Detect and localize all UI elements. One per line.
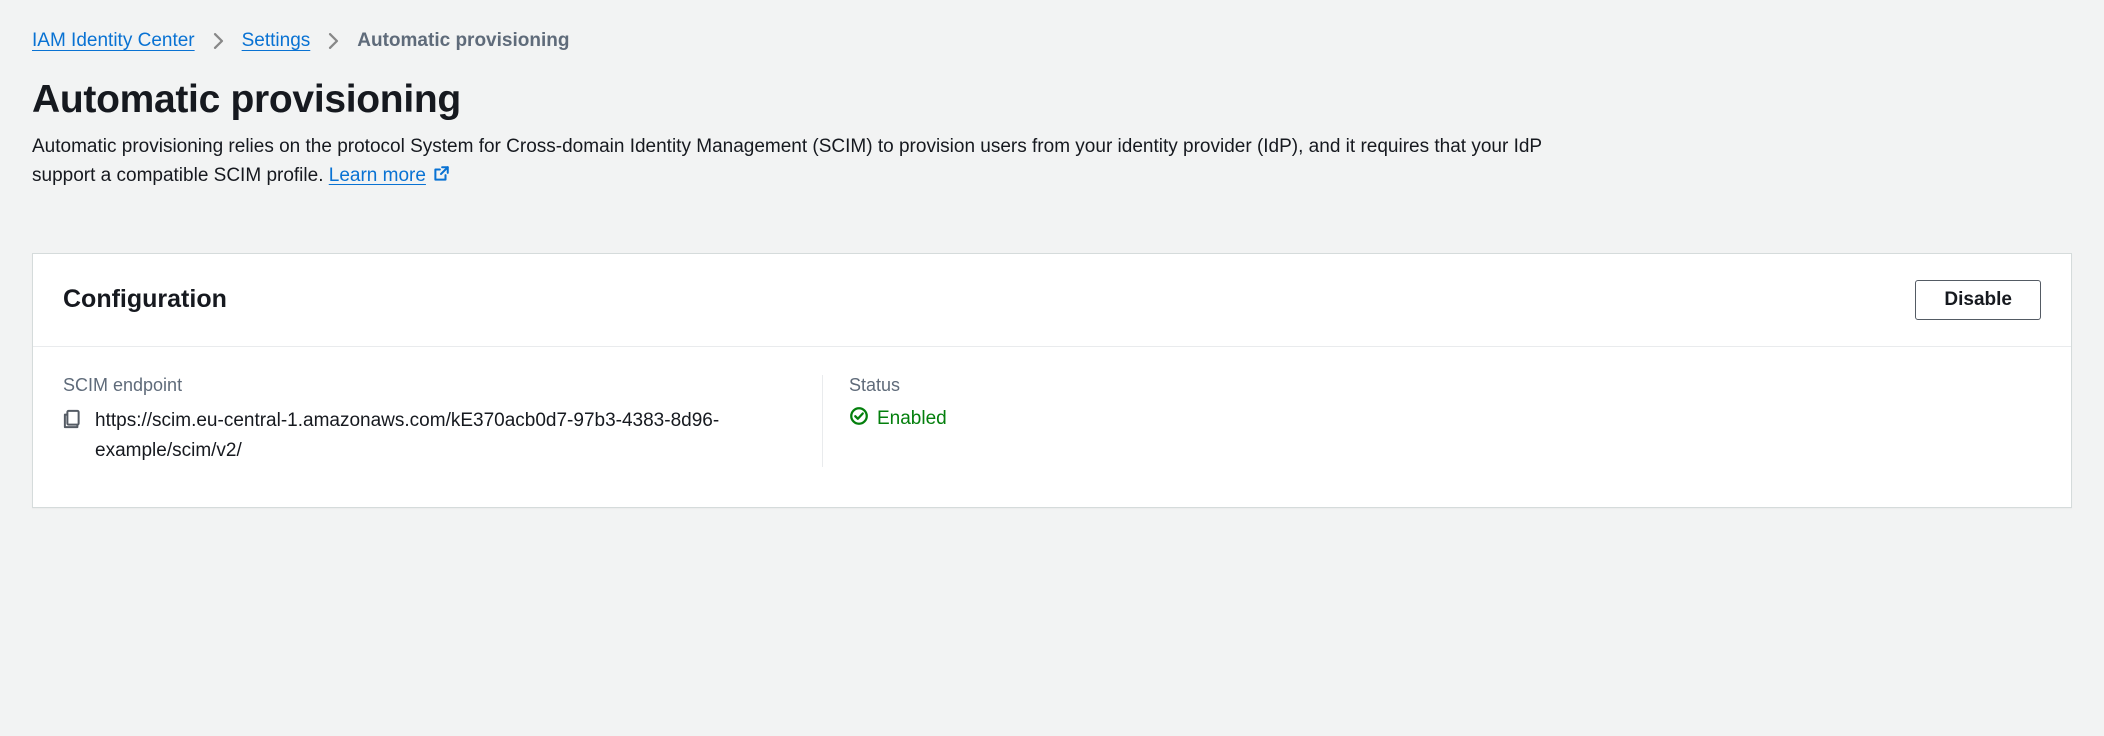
learn-more-link[interactable]: Learn more [329, 165, 450, 186]
scim-endpoint-field: SCIM endpoint https://scim.eu-central-1.… [63, 375, 823, 467]
scim-endpoint-label: SCIM endpoint [63, 375, 796, 396]
breadcrumb-current: Automatic provisioning [357, 30, 569, 52]
page-description: Automatic provisioning relies on the pro… [32, 132, 1552, 193]
status-value-row: Enabled [849, 406, 947, 432]
breadcrumb-link-iam-identity-center[interactable]: IAM Identity Center [32, 30, 195, 52]
disable-button[interactable]: Disable [1915, 280, 2041, 320]
panel-title: Configuration [63, 285, 227, 314]
configuration-panel: Configuration Disable SCIM endpoint http… [32, 253, 2072, 508]
panel-header: Configuration Disable [33, 254, 2071, 347]
breadcrumb-link-settings[interactable]: Settings [242, 30, 311, 52]
status-field: Status Enabled [823, 375, 947, 467]
page-title: Automatic provisioning [32, 78, 2072, 122]
description-text: Automatic provisioning relies on the pro… [32, 136, 1542, 186]
chevron-right-icon [328, 33, 339, 49]
status-value: Enabled [877, 408, 947, 430]
breadcrumb: IAM Identity Center Settings Automatic p… [32, 30, 2072, 52]
status-label: Status [849, 375, 947, 396]
copy-icon[interactable] [63, 409, 83, 429]
external-link-icon [432, 163, 450, 192]
check-circle-icon [849, 406, 869, 432]
chevron-right-icon [213, 33, 224, 49]
scim-endpoint-value: https://scim.eu-central-1.amazonaws.com/… [95, 406, 755, 467]
scim-endpoint-value-row: https://scim.eu-central-1.amazonaws.com/… [63, 406, 796, 467]
panel-body: SCIM endpoint https://scim.eu-central-1.… [33, 347, 2071, 507]
